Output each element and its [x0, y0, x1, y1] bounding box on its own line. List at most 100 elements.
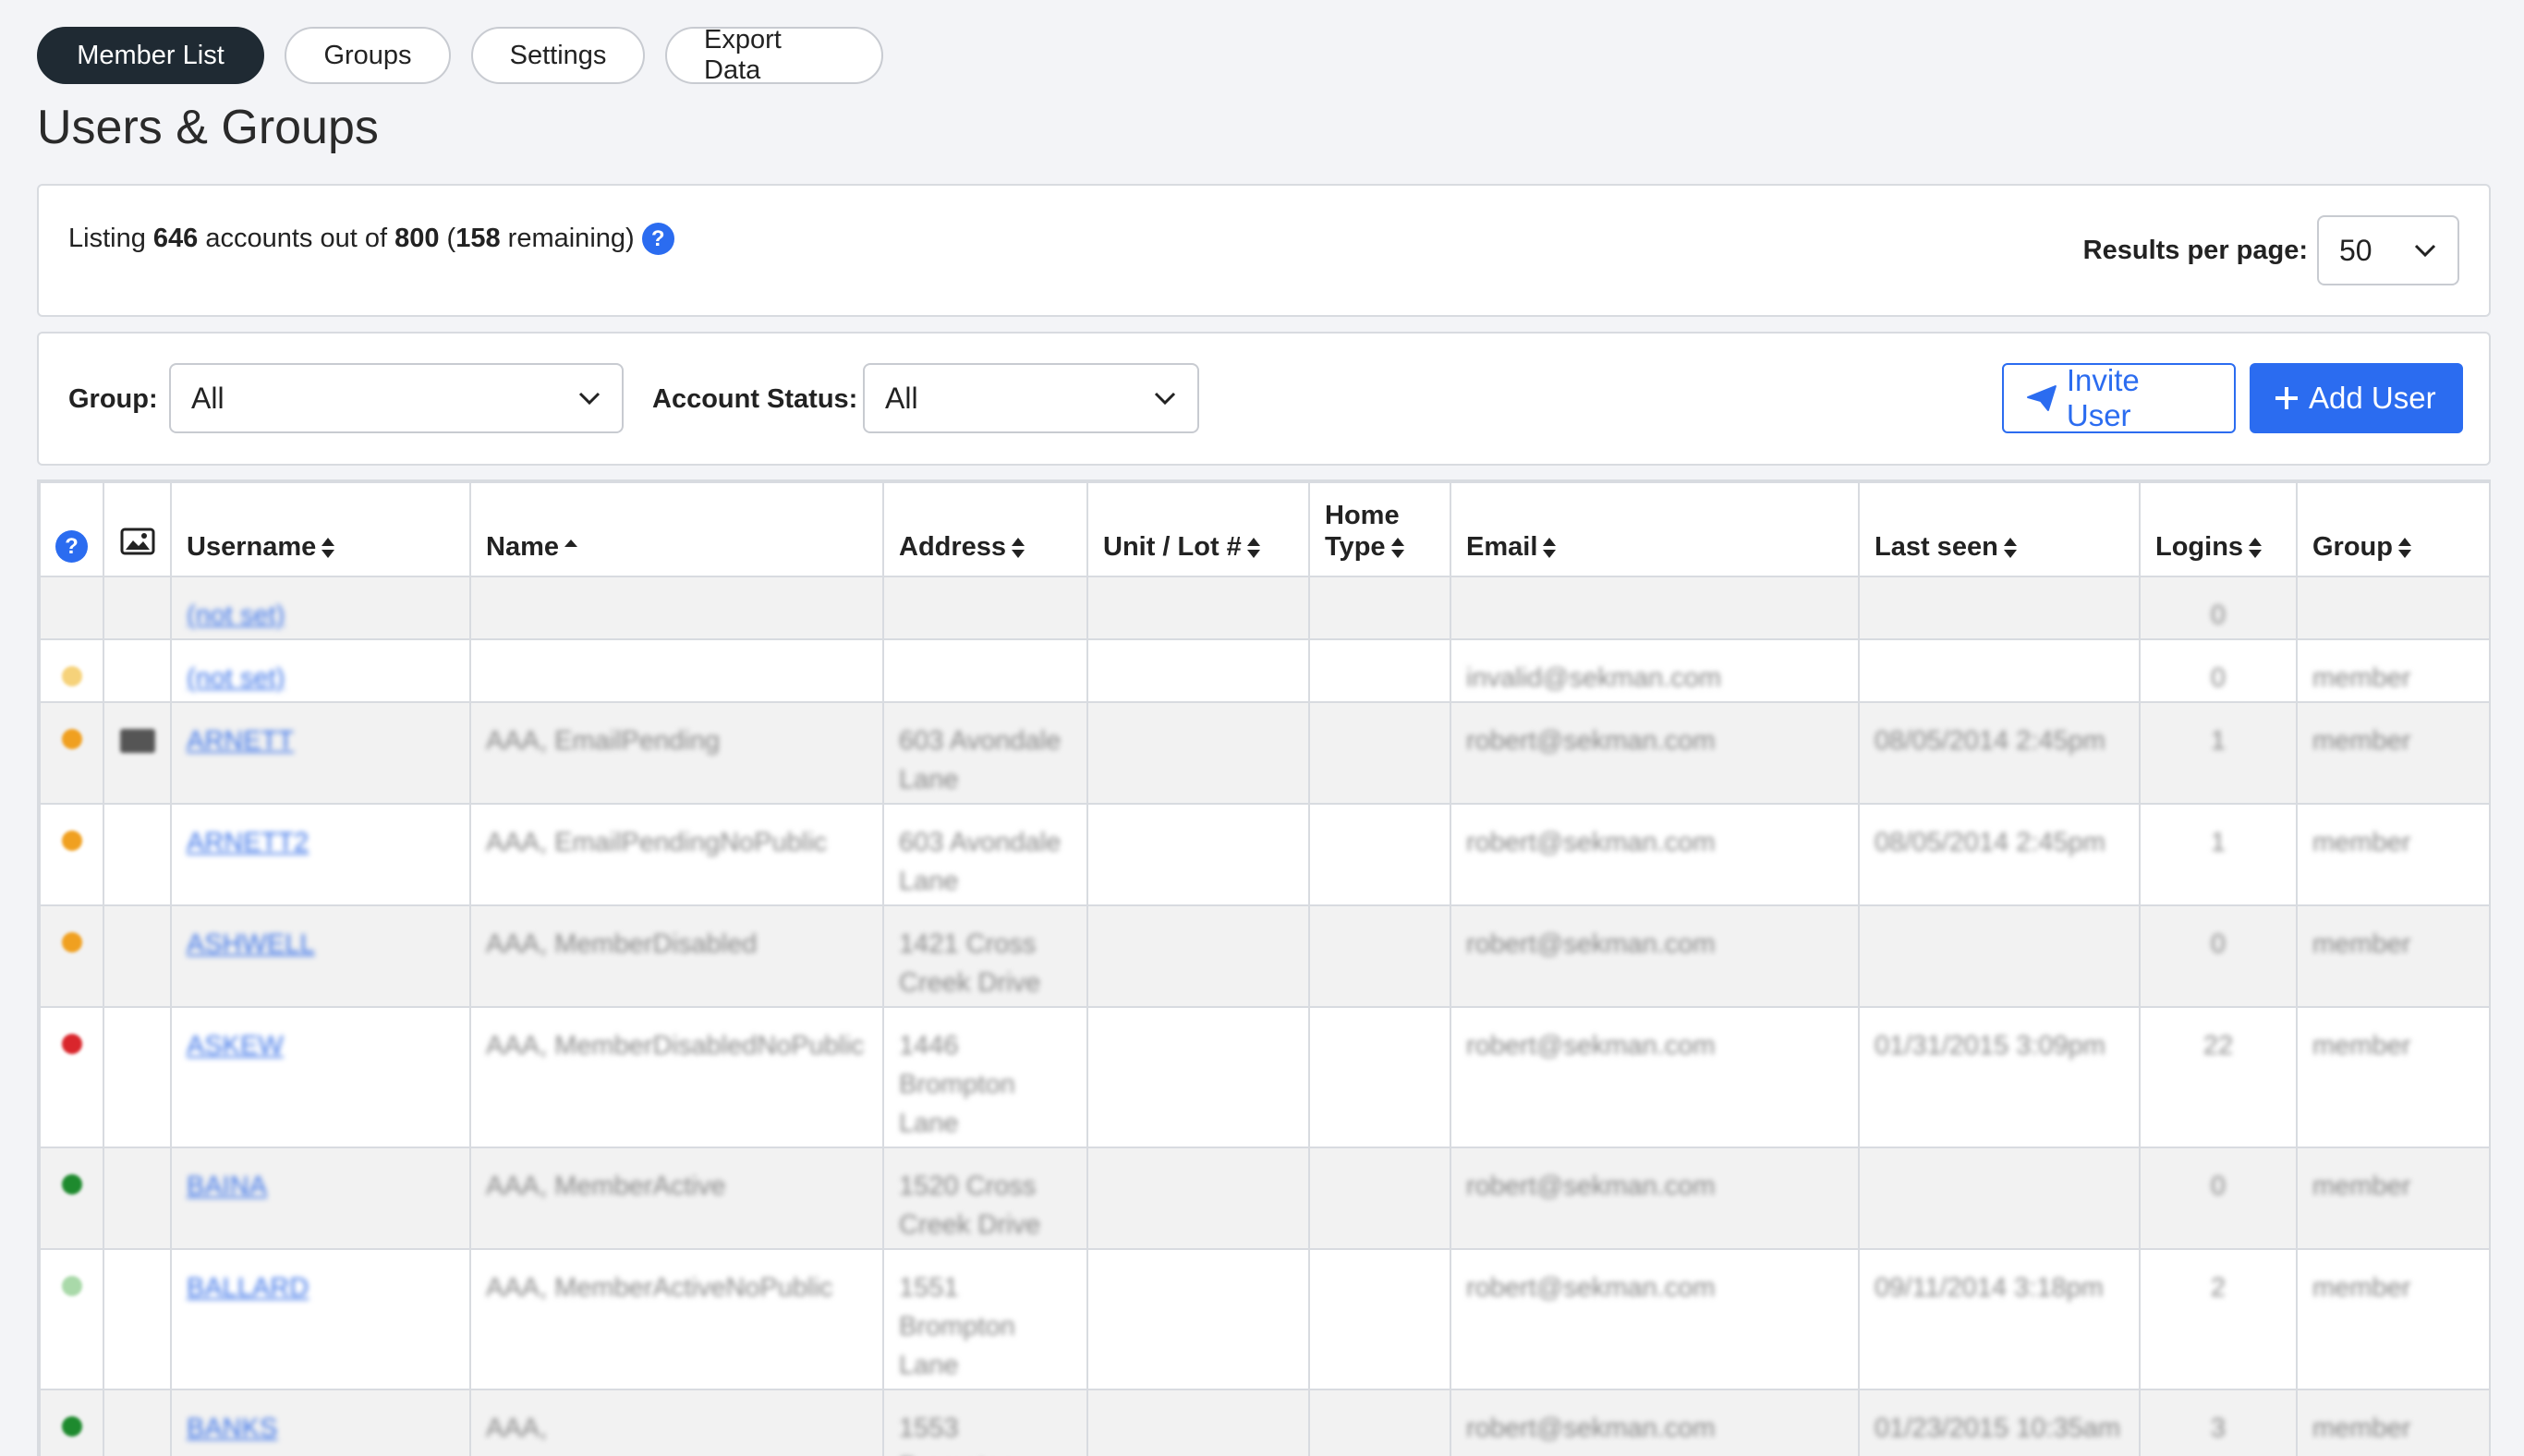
tab-member-list[interactable]: Member List [37, 27, 264, 84]
username-link[interactable]: (not set) [187, 663, 285, 693]
status-cell [39, 638, 104, 703]
chevron-down-icon [2414, 244, 2436, 258]
username-link[interactable]: ARNETT2 [187, 828, 309, 857]
last-seen-cell [1858, 638, 2141, 703]
address-cell: 1446 Brompton Lane [882, 1006, 1088, 1148]
header-home-type[interactable]: Home Type [1308, 481, 1451, 577]
group-value: member [2312, 828, 2411, 857]
header-address[interactable]: Address [882, 481, 1088, 577]
shown-count: 646 [152, 224, 199, 253]
group-value: member [2312, 1031, 2411, 1061]
logins-cell: 1 [2139, 803, 2298, 906]
address-cell: 1553 Brompton [882, 1389, 1088, 1456]
status-indicator-icon [61, 932, 82, 952]
account-status-value: All [885, 381, 918, 415]
header-unit-label: Unit / Lot # [1103, 532, 1242, 562]
email-cell: robert@sekman.com [1450, 1006, 1860, 1148]
account-status-select[interactable]: All [863, 363, 1199, 433]
group-filter-select[interactable]: All [169, 363, 624, 433]
table-row[interactable]: BALLARD AAA, MemberActiveNoPublic 1551 Brom… [39, 1248, 2489, 1390]
home-type-cell [1308, 1389, 1451, 1456]
name-cell [469, 576, 884, 640]
username-link[interactable]: ASHWELL [187, 929, 315, 959]
help-icon[interactable]: ? [641, 223, 674, 255]
email-value: robert@sekman.com [1466, 1171, 1716, 1201]
table-row[interactable]: (not set) invalid@sekman.com 0 member [39, 638, 2489, 703]
header-group[interactable]: Group [2296, 481, 2489, 577]
results-per-page-label: Results per page: [2082, 235, 2308, 265]
header-last-seen[interactable]: Last seen [1858, 481, 2141, 577]
address-line: Creek Drive [899, 1210, 1041, 1240]
chevron-down-icon [1154, 392, 1176, 406]
header-home-type-line2: Type [1325, 532, 1386, 562]
username-cell: BAINA [170, 1147, 471, 1250]
tab-settings[interactable]: Settings [471, 27, 645, 84]
table-row[interactable]: ARNETT2 AAA, EmailPendingNoPublic 603 Avon… [39, 803, 2489, 906]
username-cell: (not set) [170, 576, 471, 640]
address-line: Brompton [899, 1312, 1015, 1341]
last-seen-cell: 01/31/2015 3:09pm [1858, 1006, 2141, 1148]
table-row[interactable]: BAINA AAA, MemberActive 1520 Cross Creek Dr… [39, 1147, 2489, 1250]
group-filter-label: Group: [68, 384, 158, 414]
table-row[interactable]: ASKEW AAA, MemberDisabledNoPublic 1446 Brom… [39, 1006, 2489, 1148]
total-count: 800 [394, 224, 440, 253]
photo-cell [103, 1389, 172, 1456]
header-email[interactable]: Email [1450, 481, 1860, 577]
table-row[interactable]: (not set) 0 [39, 576, 2489, 640]
sort-icon [1012, 538, 1025, 559]
username-cell: BANKS [170, 1389, 471, 1456]
photo-cell [103, 1006, 172, 1148]
sort-ascending-icon [564, 540, 577, 548]
last-seen-cell [1858, 1147, 2141, 1250]
results-per-page: Results per page: 50 [2083, 215, 2459, 285]
unit-cell [1086, 701, 1310, 805]
users-table-container: ? Username Name Address Unit / Lot # Hom… [37, 479, 2491, 1456]
username-link[interactable]: ASKEW [187, 1031, 284, 1061]
email-cell: robert@sekman.com [1450, 1389, 1860, 1456]
group-cell: member [2296, 638, 2489, 703]
table-row[interactable]: ASHWELL AAA, MemberDisabled 1421 Cross Cree… [39, 904, 2489, 1008]
add-user-label: Add User [2309, 381, 2436, 415]
group-value: member [2312, 1273, 2411, 1303]
name-cell: AAA, MemberActive [469, 1147, 884, 1250]
header-unit[interactable]: Unit / Lot # [1086, 481, 1310, 577]
home-type-cell [1308, 1006, 1451, 1148]
name-value: AAA, [486, 1414, 548, 1443]
username-link[interactable]: (not set) [187, 601, 285, 630]
add-user-button[interactable]: Add User [2250, 363, 2463, 433]
last-seen-value: 09/11/2014 3:18pm [1875, 1273, 2104, 1303]
address-cell: 1551 Brompton Lane [882, 1248, 1088, 1390]
home-type-cell [1308, 576, 1451, 640]
users-table: ? Username Name Address Unit / Lot # Hom… [39, 481, 2489, 1456]
account-status-label: Account Status: [652, 384, 858, 414]
logins-value: 2 [2210, 1273, 2227, 1303]
header-help: ? [39, 481, 104, 577]
address-cell: 603 Avondale Lane [882, 803, 1088, 906]
address-cell [882, 576, 1088, 640]
username-link[interactable]: BALLARD [187, 1273, 309, 1303]
address-line: Brompton [899, 1070, 1015, 1099]
username-link[interactable]: BANKS [187, 1414, 277, 1443]
group-cell: member [2296, 701, 2489, 805]
results-per-page-select[interactable]: 50 [2317, 215, 2459, 285]
help-icon[interactable]: ? [55, 530, 88, 563]
name-value: AAA, MemberDisabled [486, 929, 758, 959]
status-indicator-icon [61, 1416, 82, 1437]
invite-user-button[interactable]: Invite User [2002, 363, 2236, 433]
header-username[interactable]: Username [170, 481, 471, 577]
header-last-seen-label: Last seen [1875, 532, 1998, 562]
header-logins[interactable]: Logins [2139, 481, 2298, 577]
header-name[interactable]: Name [469, 481, 884, 577]
table-row[interactable]: ARNETT AAA, EmailPending 603 Avondale Lane r… [39, 701, 2489, 805]
username-link[interactable]: BAINA [187, 1171, 267, 1201]
name-cell [469, 638, 884, 703]
address-line: Lane [899, 1351, 959, 1380]
tab-groups[interactable]: Groups [285, 27, 451, 84]
logins-cell: 22 [2139, 1006, 2298, 1148]
username-link[interactable]: ARNETT [187, 726, 294, 756]
table-row[interactable]: BANKS AAA, 1553 Brompton robert@sekman.com 01… [39, 1389, 2489, 1456]
user-photo[interactable] [119, 729, 155, 753]
chevron-down-icon [578, 392, 601, 406]
tab-export-data[interactable]: Export Data [665, 25, 883, 85]
email-value: robert@sekman.com [1466, 1031, 1716, 1061]
